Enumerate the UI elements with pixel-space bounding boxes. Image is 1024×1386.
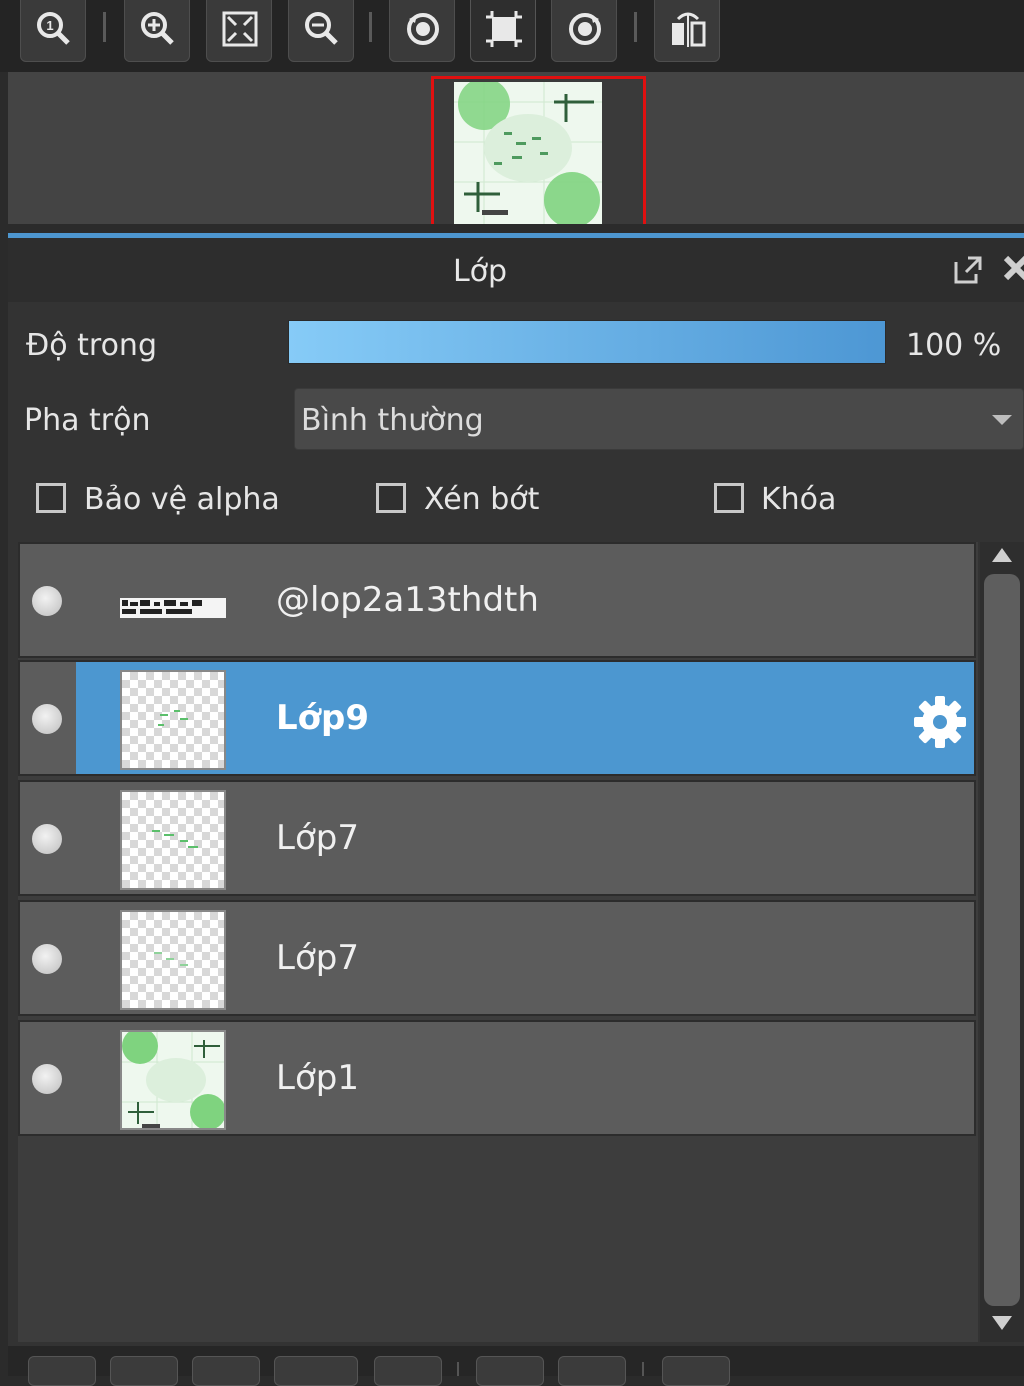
rotate-right-button[interactable] <box>551 0 617 62</box>
navigator-preview[interactable] <box>8 72 1024 224</box>
move-down-button[interactable] <box>558 1356 626 1386</box>
zoom-actual-size-button[interactable]: 1 <box>20 0 86 62</box>
visibility-toggle[interactable] <box>32 824 62 854</box>
flip-icon <box>672 12 706 47</box>
blend-mode-label: Pha trộn <box>24 403 151 438</box>
visibility-toggle[interactable] <box>32 704 62 734</box>
zoom-out-button[interactable] <box>288 0 354 62</box>
layer-thumbnail <box>120 1030 226 1130</box>
layers-panel: Lớp Độ trong 100 % Pha trộn Bình thường … <box>8 238 1024 1386</box>
toolbar-separator <box>457 1362 459 1376</box>
layer-thumbnail <box>120 910 226 1010</box>
layer-actions-toolbar <box>8 1346 1024 1386</box>
layer-row-selected[interactable]: Lớp9 <box>18 660 976 776</box>
scroll-up-arrow-icon[interactable] <box>990 546 1014 564</box>
toolbar-separator <box>103 12 106 42</box>
opacity-slider[interactable] <box>288 320 886 364</box>
layer-thumbnail <box>120 552 226 652</box>
magnifier-one-icon: 1 <box>37 12 70 45</box>
layer-name: Lớp1 <box>276 1058 359 1098</box>
layer-thumbnail <box>120 790 226 890</box>
rotate-left-button[interactable] <box>389 0 455 62</box>
layer-name: Lớp9 <box>276 698 370 738</box>
rotate-right-icon <box>569 13 601 45</box>
toolbar-separator <box>642 1362 644 1376</box>
layer-name: @lop2a13thdth <box>276 580 539 620</box>
rotate-left-icon <box>407 13 439 45</box>
layer-list-scrollbar[interactable] <box>980 542 1024 1342</box>
layer-name: Lớp7 <box>276 818 359 858</box>
scrollbar-thumb[interactable] <box>984 574 1020 1306</box>
frame-icon <box>486 11 522 47</box>
layer-row[interactable]: Lớp1 <box>18 1020 976 1136</box>
layer-row[interactable]: @lop2a13thdth <box>18 542 976 658</box>
gear-icon[interactable] <box>912 694 968 750</box>
zoom-in-button[interactable] <box>124 0 190 62</box>
new-layer-button[interactable] <box>28 1356 96 1386</box>
lock-checkbox[interactable] <box>714 483 744 513</box>
svg-text:1: 1 <box>46 18 53 33</box>
opacity-value: 100 % <box>906 328 1002 363</box>
opacity-label: Độ trong <box>26 328 157 363</box>
flip-horizontal-button[interactable] <box>654 0 720 62</box>
scroll-down-arrow-icon[interactable] <box>990 1314 1014 1332</box>
canvas-thumbnail <box>454 82 602 224</box>
reset-view-button[interactable] <box>470 0 536 62</box>
layer-row[interactable]: Lớp7 <box>18 780 976 896</box>
layer-row[interactable]: Lớp7 <box>18 900 976 1016</box>
panel-title-bar: Lớp <box>8 238 1024 302</box>
delete-layer-button[interactable] <box>662 1356 730 1386</box>
toolbar-separator <box>369 12 372 42</box>
move-up-button[interactable] <box>476 1356 544 1386</box>
zoom-in-icon <box>141 12 174 45</box>
alpha-protect-label: Bảo vệ alpha <box>84 482 280 517</box>
new-layer-set-button[interactable] <box>110 1356 178 1386</box>
visibility-toggle[interactable] <box>32 944 62 974</box>
fit-window-icon <box>222 11 258 47</box>
layer-mask-button[interactable] <box>374 1356 442 1386</box>
layer-thumbnail <box>120 670 226 770</box>
visibility-toggle[interactable] <box>32 1064 62 1094</box>
merge-layer-button[interactable] <box>274 1356 358 1386</box>
blend-mode-select[interactable]: Bình thường <box>294 388 1024 450</box>
lock-label: Khóa <box>761 482 837 517</box>
toolbar-separator <box>634 12 637 42</box>
copy-layer-button[interactable] <box>192 1356 260 1386</box>
fit-to-window-button[interactable] <box>206 0 272 62</box>
panel-title: Lớp <box>452 254 508 289</box>
blend-mode-value: Bình thường <box>301 403 484 438</box>
chevron-down-icon <box>992 415 1012 425</box>
visibility-toggle[interactable] <box>32 586 62 616</box>
layer-list: @lop2a13thdth Lớp9 Lớp7 Lớp7 Lớp1 <box>18 542 978 1342</box>
navigator-toolbar: 1 <box>0 0 1024 72</box>
alpha-protect-checkbox[interactable] <box>36 483 66 513</box>
clipping-label: Xén bớt <box>424 482 540 517</box>
navigator-view-frame[interactable] <box>431 76 646 224</box>
clipping-checkbox[interactable] <box>376 483 406 513</box>
zoom-out-icon <box>305 12 338 45</box>
undock-icon[interactable] <box>950 252 986 288</box>
close-icon[interactable] <box>1000 250 1024 286</box>
layer-name: Lớp7 <box>276 938 359 978</box>
